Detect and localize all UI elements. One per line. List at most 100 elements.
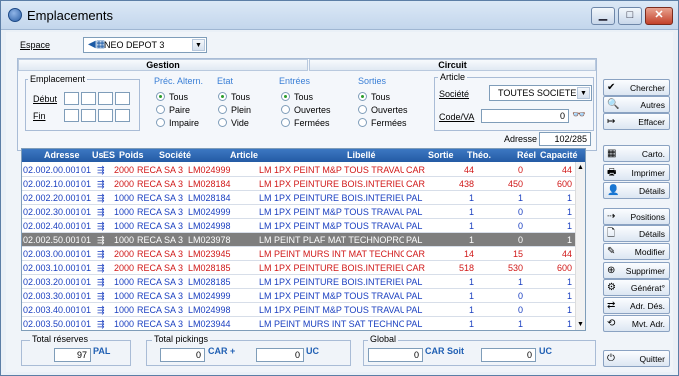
modifier-button[interactable]: ✎ Modifier <box>603 243 670 260</box>
col-us[interactable]: Us <box>92 150 104 160</box>
col-theo[interactable]: Théo. <box>467 150 491 160</box>
sorties-tous-radio[interactable]: Tous <box>358 92 390 102</box>
quitter-button[interactable]: ⏻ Quitter <box>603 350 670 367</box>
sorties-ouvertes-radio[interactable]: Ouvertes <box>358 105 408 115</box>
clear-icon: ↦ <box>607 116 616 127</box>
table-row[interactable]: 02.003.20.001 01 ⇶ 1000 RECA SA 3 LM028185 LM … <box>22 275 575 289</box>
debut-label: Début <box>33 94 58 104</box>
societe-select[interactable]: TOUTES SOCIETES ▼ <box>489 85 592 101</box>
cell: 1 <box>468 207 474 217</box>
debut-field-1[interactable] <box>64 92 79 105</box>
fin-field-4[interactable] <box>115 109 130 122</box>
radio-label: Tous <box>231 92 251 102</box>
close-icon[interactable]: ✕ <box>645 7 673 25</box>
scroll-up-icon[interactable]: ▲ <box>577 164 584 171</box>
table-row[interactable]: 02.002.40.001 01 ⇶ 1000 RECA SA 3 LM024998 LM … <box>22 219 575 233</box>
cell: 0 <box>517 221 523 231</box>
cell: 530 <box>507 263 523 273</box>
table-row[interactable]: 02.002.20.001 01 ⇶ 1000 RECA SA 3 LM028184 LM … <box>22 191 575 205</box>
chevron-down-icon[interactable]: ▼ <box>192 39 205 51</box>
fin-field-3[interactable] <box>98 109 113 122</box>
minimize-icon[interactable]: ▁ <box>591 7 615 25</box>
grid-scrollbar[interactable]: ▲ ▼ <box>575 162 585 330</box>
entrees-tous-radio[interactable]: Tous <box>281 92 313 102</box>
table-row[interactable]: 02.002.00.001 01 ⇶ 2000 RECA SA 3 LM024999 LM … <box>22 163 575 177</box>
adr-des-button[interactable]: ⇄ Adr. Dés. <box>603 297 670 314</box>
col-libelle[interactable]: Libellé <box>347 150 376 160</box>
supprimer-button[interactable]: ⊕ Supprimer <box>603 262 670 279</box>
table-row[interactable]: 02.003.50.001 01 ⇶ 1000 RECA SA 3 LM023944 LM … <box>22 317 575 330</box>
tab-gestion[interactable]: Gestion <box>18 59 308 71</box>
table-row[interactable]: 02.002.50.001 01 ⇶ 1000 RECA SA 3 LM023978 LM … <box>22 233 575 247</box>
cell: LM 1PX PEINT M&P TOUS TRAVAU <box>259 221 404 231</box>
cell: RECA SA 3 <box>137 193 184 203</box>
col-sortie[interactable]: Sortie <box>428 150 454 160</box>
col-societe[interactable]: Société <box>159 150 191 160</box>
table-row[interactable]: 02.002.30.001 01 ⇶ 1000 RECA SA 3 LM024999 LM … <box>22 205 575 219</box>
entrees-ouvertes-radio[interactable]: Ouvertes <box>281 105 331 115</box>
cell: 1000 <box>113 305 134 315</box>
etat-plein-radio[interactable]: Plein <box>218 105 251 115</box>
alt-impaire-radio[interactable]: Impaire <box>156 118 199 128</box>
es-icon: ⇶ <box>97 207 105 217</box>
col-reel[interactable]: Réel <box>517 150 536 160</box>
cell: PAL <box>406 305 423 315</box>
fin-field-1[interactable] <box>64 109 79 122</box>
carto-button[interactable]: ▦ Carto. <box>603 145 670 162</box>
effacer-button[interactable]: ↦ Effacer <box>603 113 670 130</box>
col-es[interactable]: ES <box>103 150 115 160</box>
total-pickings-title: Total pickings <box>152 334 211 344</box>
col-poids[interactable]: Poids <box>119 150 144 160</box>
generation-button[interactable]: ⚙ Générat° <box>603 279 670 296</box>
table-row[interactable]: 02.002.10.001 01 ⇶ 2000 RECA SA 3 LM028184 LM … <box>22 177 575 191</box>
maximize-icon[interactable]: □ <box>618 7 642 25</box>
cell: 02.002.20.001 <box>23 193 79 203</box>
cell: 1 <box>468 319 474 329</box>
espace-select[interactable]: ◀▦ NEO DEPOT 3 ▼ <box>83 37 207 53</box>
tab-circuit[interactable]: Circuit <box>309 59 596 71</box>
cell: 1 <box>566 277 572 287</box>
cell: 0 <box>517 291 523 301</box>
table-row[interactable]: 02.003.40.001 01 ⇶ 1000 RECA SA 3 LM024998 LM … <box>22 303 575 317</box>
fin-field-2[interactable] <box>81 109 96 122</box>
radio-label: Tous <box>294 92 314 102</box>
cell: LM028185 <box>188 277 231 287</box>
total-pickings-uc-unit: UC <box>306 346 319 356</box>
table-row[interactable]: 02.003.00.001 01 ⇶ 2000 RECA SA 3 LM023945 LM … <box>22 247 575 261</box>
imprimer-button[interactable]: 🖶 Imprimer <box>603 164 670 181</box>
es-icon: ⇶ <box>97 277 105 287</box>
col-article[interactable]: Article <box>230 150 258 160</box>
cell: LM028185 <box>188 263 231 273</box>
details-button[interactable]: 👤 Détails <box>603 182 670 199</box>
scroll-down-icon[interactable]: ▼ <box>577 321 584 328</box>
mvt-adr-button[interactable]: ⟲ Mvt. Adr. <box>603 315 670 332</box>
binoculars-icon: 🔍 <box>607 99 620 110</box>
chevron-down-icon[interactable]: ▼ <box>577 87 590 99</box>
codeva-input[interactable]: 0 <box>481 109 569 123</box>
debut-field-2[interactable] <box>81 92 96 105</box>
binoculars-icon[interactable]: 👓 <box>572 108 586 121</box>
cell: 1 <box>566 305 572 315</box>
details-2-button[interactable]: 🗋 Détails <box>603 225 670 242</box>
autres-button[interactable]: 🔍 Autres <box>603 96 670 113</box>
alt-tous-radio[interactable]: Tous <box>156 92 188 102</box>
col-capacite[interactable]: Capacité <box>540 150 578 160</box>
table-row[interactable]: 02.003.10.001 01 ⇶ 2000 RECA SA 3 LM028185 LM … <box>22 261 575 275</box>
es-icon: ⇶ <box>97 221 105 231</box>
positions-icon: ⇢ <box>607 211 616 222</box>
chercher-button[interactable]: ✔ Chercher <box>603 79 670 96</box>
button-label: Modifier <box>634 247 665 257</box>
debut-field-3[interactable] <box>98 92 113 105</box>
etat-vide-radio[interactable]: Vide <box>218 118 249 128</box>
entrees-fermees-radio[interactable]: Fermées <box>281 118 330 128</box>
col-adresse[interactable]: Adresse <box>44 150 80 160</box>
positions-button[interactable]: ⇢ Positions <box>603 208 670 225</box>
entrees-title: Entrées <box>279 76 311 86</box>
debut-field-4[interactable] <box>115 92 130 105</box>
sorties-fermees-radio[interactable]: Fermées <box>358 118 407 128</box>
alt-paire-radio[interactable]: Paire <box>156 105 190 115</box>
etat-tous-radio[interactable]: Tous <box>218 92 250 102</box>
table-row[interactable]: 02.003.30.001 01 ⇶ 1000 RECA SA 3 LM024999 LM … <box>22 289 575 303</box>
es-icon: ⇶ <box>97 319 105 329</box>
cell: 2000 <box>113 263 134 273</box>
